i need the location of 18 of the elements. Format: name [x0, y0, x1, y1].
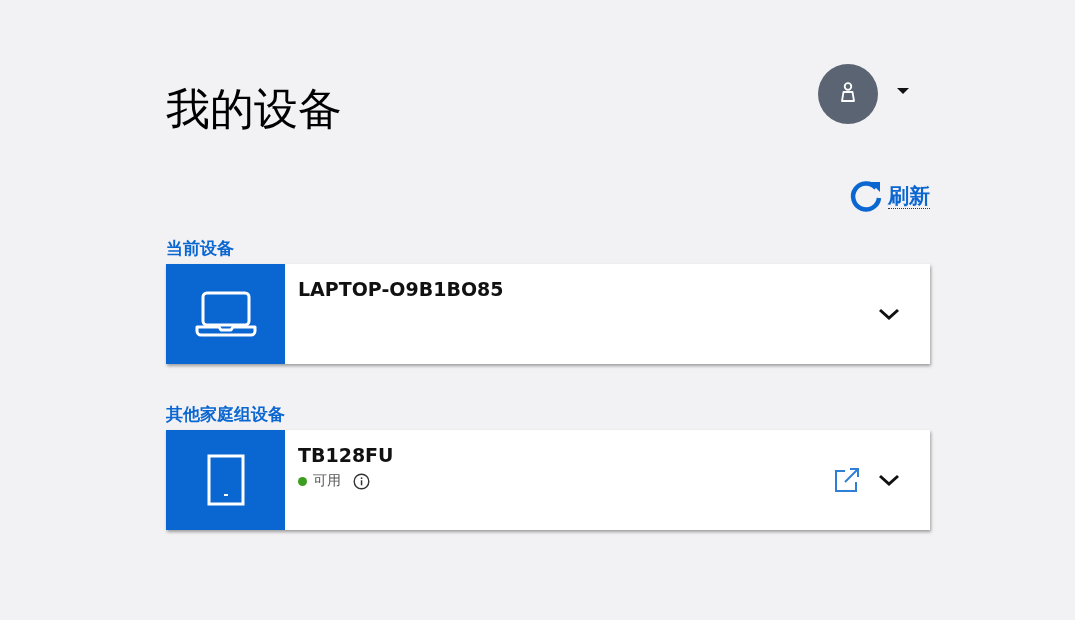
- page-title: 我的设备: [166, 82, 342, 136]
- status-label: 可用: [313, 472, 341, 490]
- device-name: LAPTOP-O9B1BO85: [298, 278, 505, 300]
- caret-icon[interactable]: [897, 87, 909, 95]
- device-card[interactable]: TB128FU 可用: [166, 430, 930, 530]
- section-heading: 其他家庭组设备: [166, 404, 286, 424]
- chevron-down-icon[interactable]: [878, 474, 900, 486]
- tablet-icon: [205, 454, 246, 506]
- device-card[interactable]: LAPTOP-O9B1BO85: [166, 264, 930, 364]
- device-name: TB128FU: [298, 444, 395, 466]
- refresh-icon[interactable]: [848, 178, 884, 214]
- section-heading: 当前设备: [166, 238, 235, 258]
- chevron-down-icon[interactable]: [878, 308, 900, 320]
- avatar-icon[interactable]: [818, 64, 878, 124]
- laptop-icon: [194, 290, 257, 338]
- info-icon[interactable]: [353, 472, 370, 490]
- refresh-button[interactable]: 刷新: [848, 178, 930, 214]
- external-link-icon[interactable]: [834, 467, 860, 493]
